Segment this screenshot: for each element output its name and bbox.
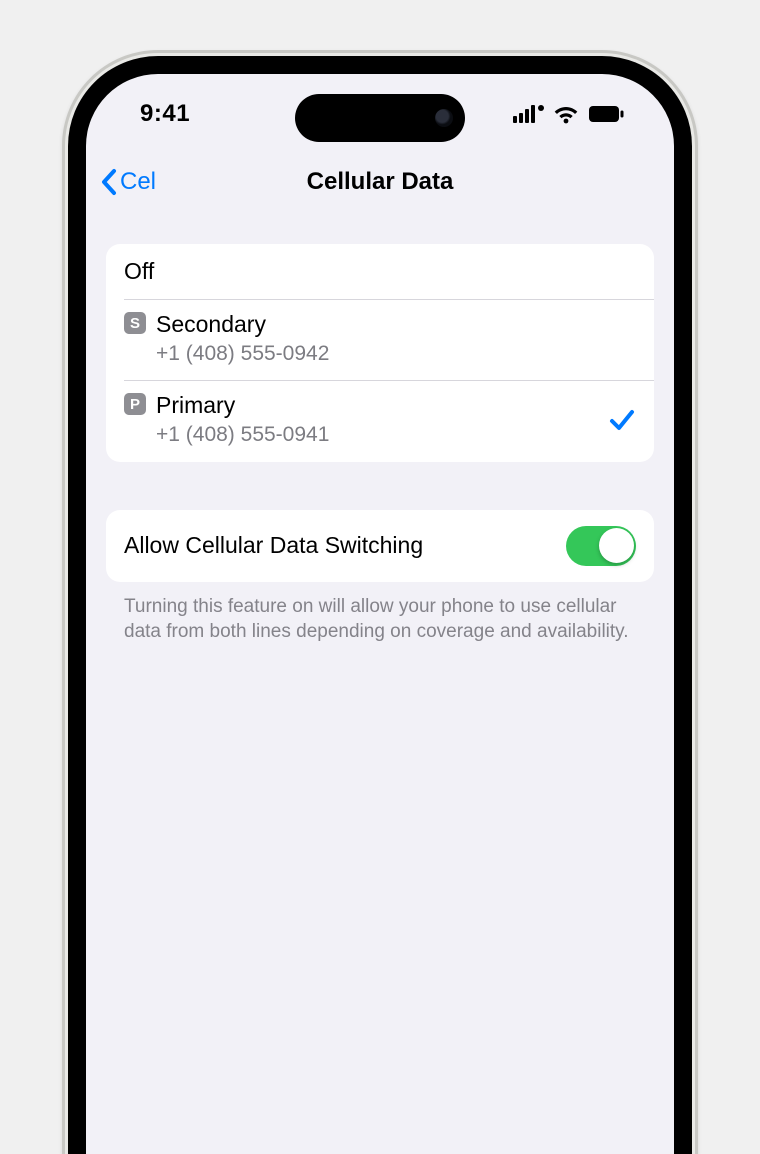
toggle-knob [599, 528, 634, 563]
sim-row-secondary[interactable]: S Secondary +1 (408) 555-0942 [106, 299, 654, 380]
off-label: Off [124, 258, 154, 285]
screen: 9:41 [86, 74, 674, 1154]
cellular-signal-icon [513, 105, 544, 123]
status-indicators [513, 104, 624, 124]
checkmark-icon [608, 407, 636, 433]
device-frame: 9:41 [62, 50, 698, 1154]
allow-switching-row[interactable]: Allow Cellular Data Switching [106, 510, 654, 582]
status-time: 9:41 [140, 100, 190, 128]
sim-badge-icon: S [124, 312, 146, 334]
sim-text: Primary +1 (408) 555-0941 [156, 390, 596, 449]
back-label: Cel [120, 168, 156, 196]
section-spacer [106, 462, 654, 510]
sim-name: Primary [156, 390, 596, 421]
allow-switching-label: Allow Cellular Data Switching [124, 532, 423, 559]
sim-name: Secondary [156, 309, 636, 340]
sim-text: Secondary +1 (408) 555-0942 [156, 309, 636, 368]
status-bar: 9:41 [86, 74, 674, 154]
wifi-icon [553, 104, 579, 124]
cellular-data-off-row[interactable]: Off [106, 244, 654, 299]
sim-badge-icon: P [124, 393, 146, 415]
back-button[interactable]: Cel [100, 168, 156, 196]
sim-phone: +1 (408) 555-0941 [156, 421, 596, 449]
allow-switching-toggle[interactable] [566, 526, 636, 566]
nav-bar: Cel Cellular Data [86, 154, 674, 210]
page-title: Cellular Data [307, 168, 454, 196]
sim-phone: +1 (408) 555-0942 [156, 340, 636, 368]
allow-switching-footer: Turning this feature on will allow your … [106, 582, 654, 645]
battery-icon [588, 105, 624, 123]
content: Off S Secondary +1 (408) 555-0942 P Prim… [86, 210, 674, 645]
sim-row-primary[interactable]: P Primary +1 (408) 555-0941 [106, 380, 654, 461]
data-line-group: Off S Secondary +1 (408) 555-0942 P Prim… [106, 244, 654, 462]
device-bezel: 9:41 [68, 56, 692, 1154]
chevron-left-icon [100, 168, 118, 196]
